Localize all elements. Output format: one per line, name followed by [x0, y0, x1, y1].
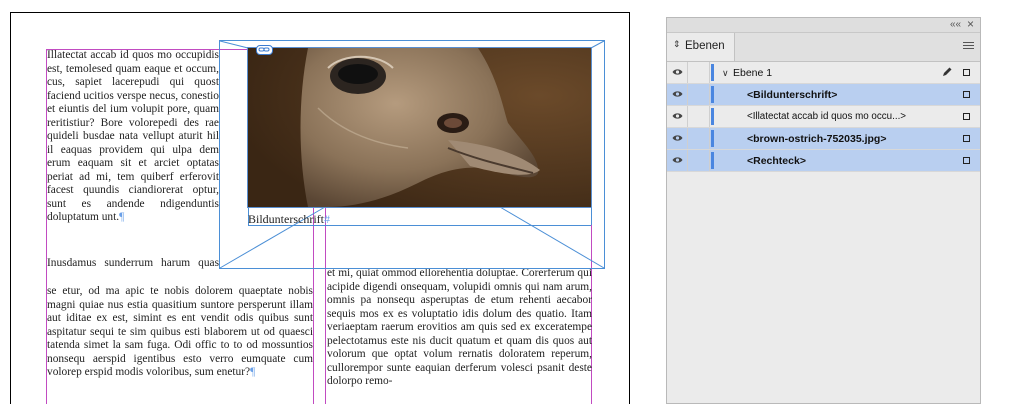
layer-row-text-frame[interactable]: <Illatectat accab id quos mo occu...>: [667, 106, 980, 128]
ostrich-image: [248, 48, 591, 207]
collapse-panel-button[interactable]: ««: [950, 19, 961, 31]
panel-title-bar[interactable]: «« ×: [667, 18, 980, 33]
caption-text-frame[interactable]: Bildunterschrift#: [248, 212, 330, 227]
tab-layers[interactable]: ⇕ Ebenen: [667, 33, 735, 61]
selection-square[interactable]: [963, 91, 970, 98]
pen-icon: [943, 67, 952, 76]
eye-icon: [672, 69, 683, 75]
lock-toggle[interactable]: [688, 128, 710, 149]
selection-square[interactable]: [963, 113, 970, 120]
eye-icon: [672, 135, 683, 141]
layer-row-rechteck[interactable]: <Rechteck>: [667, 150, 980, 172]
layer-color-swatch: [711, 130, 714, 147]
caption-text: Bildunterschrift: [248, 212, 324, 226]
layers-panel: «« × ⇕ Ebenen ∨ Ebene 1 <Bildunterschrif…: [666, 17, 981, 404]
layer-color-swatch: [711, 152, 714, 169]
layer-color-swatch: [711, 64, 714, 81]
image-frame-ostrich[interactable]: [247, 47, 592, 208]
layer-name: Ebene 1: [733, 67, 773, 79]
tab-layers-label: Ebenen: [685, 40, 725, 52]
layer-name: <brown-ostrich-752035.jpg>: [747, 133, 887, 145]
layer-row-bildunterschrift[interactable]: <Bildunterschrift>: [667, 84, 980, 106]
visibility-toggle[interactable]: [667, 84, 688, 105]
document-canvas[interactable]: Illatectat accab id quos mo occupidis es…: [0, 0, 640, 404]
selection-square[interactable]: [963, 157, 970, 164]
tab-sort-arrows-icon: ⇕: [673, 39, 681, 49]
visibility-toggle[interactable]: [667, 128, 688, 149]
lock-toggle[interactable]: [688, 62, 710, 83]
eye-icon: [672, 113, 683, 119]
lock-toggle[interactable]: [688, 150, 710, 171]
visibility-toggle[interactable]: [667, 106, 688, 127]
lock-toggle[interactable]: [688, 106, 710, 127]
selection-square[interactable]: [963, 69, 970, 76]
layer-name: <Rechteck>: [747, 155, 806, 167]
chevron-down-icon[interactable]: ∨: [722, 68, 729, 79]
visibility-toggle[interactable]: [667, 150, 688, 171]
eye-icon: [672, 91, 683, 97]
link-icon[interactable]: [256, 45, 273, 55]
panel-menu-icon[interactable]: [963, 42, 974, 50]
panel-tab-row: ⇕ Ebenen: [667, 33, 980, 62]
layer-color-swatch: [711, 86, 714, 103]
layer-row-ostrich-image[interactable]: <brown-ostrich-752035.jpg>: [667, 128, 980, 150]
layer-row-ebene-1[interactable]: ∨ Ebene 1: [667, 62, 980, 84]
layer-name: <Bildunterschrift>: [747, 89, 838, 101]
layer-color-swatch: [711, 108, 714, 125]
layer-name: <Illatectat accab id quos mo occu...>: [747, 111, 907, 122]
eye-icon: [672, 157, 683, 163]
close-panel-button[interactable]: ×: [967, 18, 974, 30]
visibility-toggle[interactable]: [667, 62, 688, 83]
story-end-mark: #: [323, 212, 330, 226]
selection-square[interactable]: [963, 135, 970, 142]
lock-toggle[interactable]: [688, 84, 710, 105]
